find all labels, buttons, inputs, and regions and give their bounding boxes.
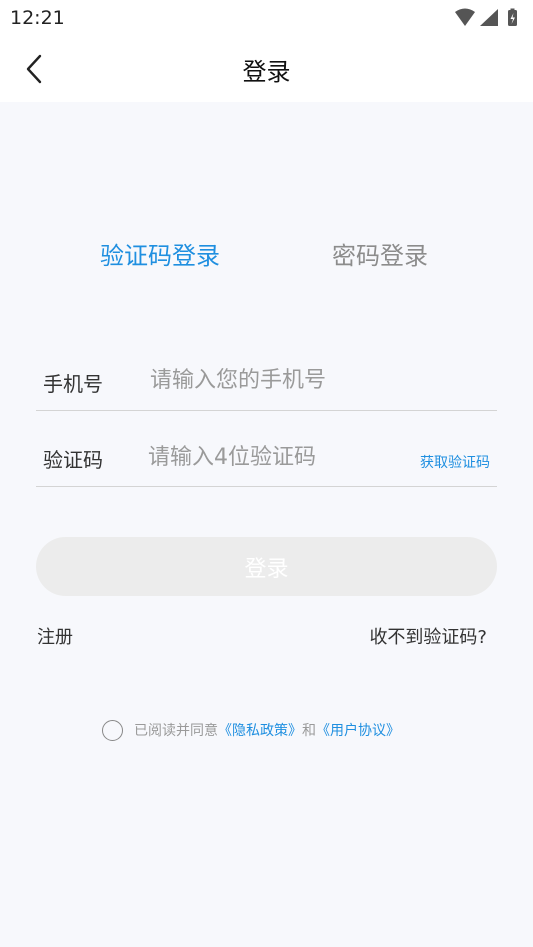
user-agreement-link[interactable]: 《用户协议》 — [316, 720, 400, 740]
tab-sms-login[interactable]: 验证码登录 — [100, 236, 220, 271]
tab-password-login[interactable]: 密码登录 — [332, 236, 428, 271]
no-code-link[interactable]: 收不到验证码? — [369, 623, 487, 649]
status-time: 12:21 — [10, 7, 65, 29]
code-row: 验证码 获取验证码 — [36, 411, 497, 487]
battery-icon — [508, 8, 517, 26]
code-input[interactable] — [148, 439, 398, 475]
status-bar: 12:21 — [0, 0, 533, 36]
signal-icon — [480, 9, 498, 26]
wifi-icon — [455, 8, 475, 26]
phone-label: 手机号 — [43, 372, 103, 396]
status-icons — [453, 8, 523, 28]
page-title: 登录 — [242, 58, 291, 86]
agreement-prefix: 已阅读并同意 — [134, 723, 218, 739]
get-code-button[interactable]: 获取验证码 — [420, 452, 490, 472]
app-bar: 登录 — [0, 36, 533, 102]
code-label: 验证码 — [43, 448, 103, 472]
phone-row: 手机号 — [36, 334, 497, 411]
register-link[interactable]: 注册 — [37, 623, 73, 649]
login-content: 验证码登录 密码登录 手机号 验证码 获取验证码 登录 注册 收不到验证码? 已… — [0, 102, 533, 947]
login-button[interactable]: 登录 — [36, 537, 497, 596]
privacy-policy-link[interactable]: 《隐私政策》 — [218, 720, 302, 740]
phone-input[interactable] — [150, 362, 450, 398]
agreement-checkbox[interactable] — [102, 719, 123, 741]
agreement-row: 已阅读并同意 《隐私政策》 和 《用户协议》 — [102, 718, 400, 742]
agreement-conjunction: 和 — [302, 723, 316, 739]
